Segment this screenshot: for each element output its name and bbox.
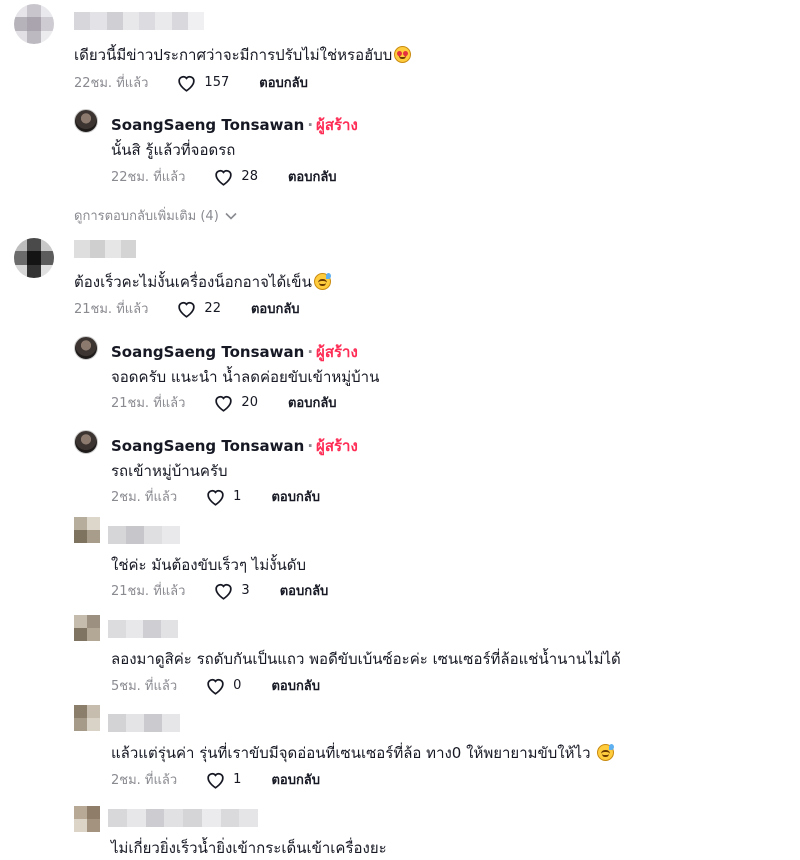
timestamp: 2ชม. ที่แล้ว [111,490,178,505]
comment-text: รถเข้าหมู่บ้านครับ [111,462,228,480]
like-button[interactable]: 1 [205,487,241,506]
like-button[interactable]: 1 [205,770,241,789]
heart-outline-icon [215,170,233,186]
creator-name-row: SoangSaeng Tonsawan · ผู้สร้าง [111,113,358,137]
like-count: 157 [204,75,230,90]
comment-meta: 22ชม. ที่แล้ว 28 ตอบกลับ [111,166,337,187]
reply-button[interactable]: ตอบกลับ [271,675,320,696]
grinning-face-with-sweat-icon [597,744,615,761]
comment-meta: 2ชม. ที่แล้ว 1 ตอบกลับ [111,769,320,790]
view-more-label: ดูการตอบกลับเพิ่มเติม (4) [74,209,219,224]
view-more-replies[interactable]: ดูการตอบกลับเพิ่มเติม (4) [74,205,237,226]
reply-button[interactable]: ตอบกลับ [288,392,337,413]
commenter-name[interactable] [108,714,180,732]
heart-outline-icon [178,302,196,318]
like-count: 1 [233,489,242,504]
comment-meta: 21ชม. ที่แล้ว 3 ตอบกลับ [111,580,328,601]
comment-meta: 21ชม. ที่แล้ว 20 ตอบกลับ [111,392,337,413]
reply-button[interactable]: ตอบกลับ [288,166,337,187]
timestamp: 21ชม. ที่แล้ว [111,584,186,599]
timestamp: 2ชม. ที่แล้ว [111,773,178,788]
creator-name[interactable]: SoangSaeng Tonsawan [111,437,304,455]
avatar[interactable] [74,517,100,543]
creator-name-row: SoangSaeng Tonsawan · ผู้สร้าง [111,434,358,458]
heart-outline-icon [215,584,233,600]
like-count: 28 [241,169,258,184]
smiling-face-with-hearts-icon [394,46,412,63]
comment-meta: 5ชม. ที่แล้ว 0 ตอบกลับ [111,675,320,696]
comment-text: เดียวนี้มีข่าวประกาศว่าจะมีการปรับไม่ใช่… [74,43,412,67]
comment-text: ต้องเร็วคะไม่งั้นเครื่องน็อกอาจได้เข็น [74,270,331,294]
grinning-face-with-sweat-icon [313,273,331,290]
commenter-name[interactable] [108,620,178,638]
avatar[interactable] [14,4,54,44]
comment-meta: 21ชม. ที่แล้ว 22 ตอบกลับ [74,298,300,319]
comment-text: จอดครับ แนะนำ น้ำลดค่อยขับเข้าหมู่บ้าน [111,368,380,386]
commenter-name[interactable] [74,12,204,30]
avatar[interactable] [74,615,100,641]
creator-name-row: SoangSaeng Tonsawan · ผู้สร้าง [111,340,358,364]
reply-button[interactable]: ตอบกลับ [271,486,320,507]
like-count: 0 [233,678,242,693]
comment-meta: 2ชม. ที่แล้ว 1 ตอบกลับ [111,486,320,507]
creator-badge: ผู้สร้าง [316,343,358,361]
avatar[interactable] [74,806,100,832]
separator: · [307,116,314,134]
timestamp: 21ชม. ที่แล้ว [74,302,149,317]
timestamp: 22ชม. ที่แล้ว [111,170,186,185]
like-button[interactable]: 28 [213,167,258,186]
commenter-name[interactable] [108,526,180,544]
commenter-name[interactable] [108,809,258,827]
timestamp: 5ชม. ที่แล้ว [111,679,178,694]
reply-button[interactable]: ตอบกลับ [271,769,320,790]
avatar[interactable] [14,238,54,278]
separator: · [307,437,314,455]
like-count: 3 [241,583,250,598]
comment-text: ใช่ค่ะ มันต้องขับเร็วๆ ไม่งั้นดับ [111,556,307,574]
like-button[interactable]: 22 [176,299,221,318]
heart-outline-icon [207,679,224,695]
heart-outline-icon [178,76,196,92]
comment-text: ไม่เกี่ยวยิ่งเร็วน้ำยิ่งเข้ากระเด็นเข้าเ… [111,839,387,857]
timestamp: 21ชม. ที่แล้ว [111,396,186,411]
heart-outline-icon [207,490,224,506]
like-button[interactable]: 157 [176,73,229,92]
like-count: 20 [241,395,258,410]
comment-text: นั้นสิ รู้แล้วที่จอดรถ [111,141,236,159]
like-count: 22 [204,301,221,316]
like-button[interactable]: 3 [213,581,250,600]
reply-button[interactable]: ตอบกลับ [251,298,300,319]
creator-name[interactable]: SoangSaeng Tonsawan [111,343,304,361]
timestamp: 22ชม. ที่แล้ว [74,76,149,91]
like-button[interactable]: 20 [213,393,258,412]
heart-outline-icon [207,773,224,789]
comment-text: ลองมาดูสิค่ะ รถดับกันเป็นแถว พอดีขับเบ้น… [111,650,621,668]
creator-avatar[interactable] [74,109,98,133]
like-count: 1 [233,772,242,787]
avatar[interactable] [74,705,100,731]
reply-button[interactable]: ตอบกลับ [259,72,308,93]
creator-name[interactable]: SoangSaeng Tonsawan [111,116,304,134]
heart-outline-icon [215,396,233,412]
separator: · [307,343,314,361]
like-button[interactable]: 0 [205,676,241,695]
chevron-down-icon [225,212,237,220]
reply-button[interactable]: ตอบกลับ [280,580,329,601]
comment-meta: 22ชม. ที่แล้ว 157 ตอบกลับ [74,72,308,93]
creator-avatar[interactable] [74,336,98,360]
comment-text: แล้วแต่รุ่นค่า รุ่นที่เราขับมีจุดอ่อนที่… [111,741,615,765]
commenter-name[interactable] [74,240,136,258]
creator-badge: ผู้สร้าง [316,116,358,134]
creator-avatar[interactable] [74,430,98,454]
creator-badge: ผู้สร้าง [316,437,358,455]
